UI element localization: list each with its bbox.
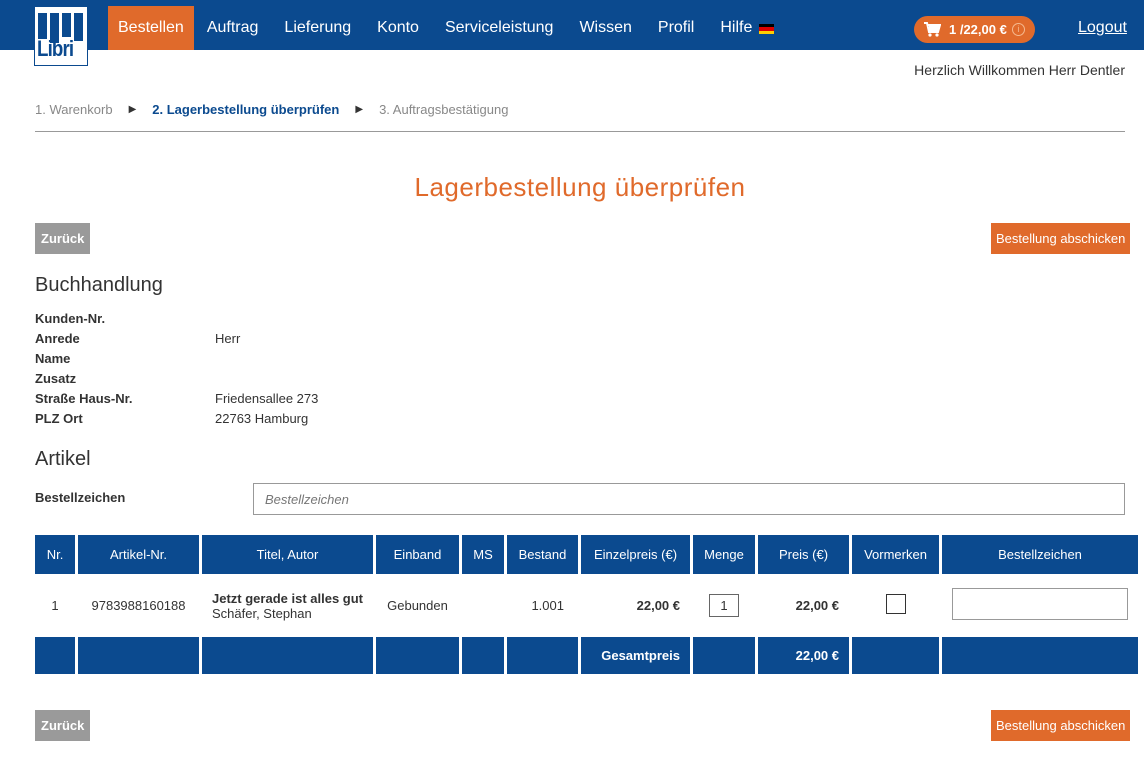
book-title[interactable]: Jetzt gerade ist alles gut (212, 591, 373, 606)
total-cell (693, 637, 755, 674)
main-nav: Bestellen Auftrag Lieferung Konto Servic… (108, 6, 765, 50)
breadcrumb-step-bestaetigung: 3. Auftragsbestätigung (379, 102, 509, 117)
logo-text: Libri (37, 36, 74, 61)
total-cell (202, 637, 373, 674)
page-title: Lagerbestellung überprüfen (414, 172, 746, 202)
info-row: Straße Haus-Nr. Friedensallee 273 (35, 389, 318, 409)
info-label: Zusatz (35, 371, 77, 386)
bestellzeichen-label: Bestellzeichen (35, 490, 126, 505)
column-header-titel: Titel, Autor (202, 535, 373, 574)
total-value: 22,00 € (758, 637, 849, 674)
cell-menge: 1 (693, 574, 755, 637)
cell-nr: 1 (51, 598, 59, 613)
info-label: Kunden-Nr. (35, 311, 106, 326)
breadcrumb-arrow-icon: ▶ (355, 104, 364, 115)
info-row: Kunden-Nr. (35, 309, 318, 329)
total-cell (78, 637, 199, 674)
bookstore-info: Kunden-Nr. Anrede Herr Name Zusatz Straß… (35, 309, 318, 429)
divider (35, 131, 1125, 132)
libri-logo[interactable]: Libri (34, 6, 88, 66)
info-row: PLZ Ort 22763 Hamburg (35, 409, 318, 429)
cart-icon (924, 22, 941, 37)
vormerken-checkbox[interactable] (885, 594, 906, 614)
german-flag-icon[interactable] (759, 24, 774, 34)
cart-button[interactable]: 1 /22,00 € i (914, 16, 1035, 43)
breadcrumb-step-ueberpruefen: 2. Lagerbestellung überprüfen (152, 102, 340, 117)
info-value: Herr (215, 331, 241, 346)
back-button-bottom[interactable]: Zurück (35, 710, 91, 741)
order-table: Nr. Artikel-Nr. Titel, Autor Einband MS … (32, 535, 1141, 674)
logo-bar (74, 13, 83, 41)
cell-bestand: 1.001 (531, 598, 564, 613)
nav-item-wissen[interactable]: Wissen (566, 6, 644, 50)
quantity-input[interactable]: 1 (709, 594, 739, 617)
column-header-ms: MS (462, 535, 504, 574)
cell-vormerken (852, 574, 939, 637)
total-cell (35, 637, 75, 674)
column-header-einzelpreis: Einzelpreis (€) (581, 535, 690, 574)
logo-bar (62, 13, 71, 37)
cell-titel-autor: Jetzt gerade ist alles gut Schäfer, Step… (202, 574, 373, 637)
logout-link[interactable]: Logout (1078, 19, 1127, 37)
total-row: Gesamtpreis 22,00 € (35, 637, 1138, 674)
column-header-artikel-nr: Artikel-Nr. (78, 535, 199, 574)
breadcrumb: 1. Warenkorb ▶ 2. Lagerbestellung überpr… (35, 102, 508, 117)
info-label: PLZ Ort (35, 411, 83, 426)
cell-artikel-nr: 9783988160188 (91, 598, 186, 613)
nav-item-hilfe[interactable]: Hilfe (707, 6, 765, 50)
nav-item-auftrag[interactable]: Auftrag (194, 6, 272, 50)
cell-bestellzeichen (942, 574, 1138, 637)
nav-item-lieferung[interactable]: Lieferung (271, 6, 364, 50)
cart-summary: 1 /22,00 € (949, 22, 1007, 37)
info-value: 22763 Hamburg (215, 411, 309, 426)
total-cell (507, 637, 578, 674)
info-row: Zusatz (35, 369, 318, 389)
book-author: Schäfer, Stephan (212, 605, 312, 621)
info-value: Friedensallee 273 (215, 391, 319, 406)
column-header-preis: Preis (€) (758, 535, 849, 574)
column-header-bestellzeichen: Bestellzeichen (942, 535, 1138, 574)
back-button[interactable]: Zurück (35, 223, 91, 254)
total-label: Gesamtpreis (581, 637, 690, 674)
nav-item-konto[interactable]: Konto (364, 6, 432, 50)
info-label: Straße Haus-Nr. (35, 391, 133, 406)
column-header-einband: Einband (376, 535, 459, 574)
section-title-buchhandlung: Buchhandlung (35, 274, 163, 296)
info-label: Name (35, 351, 71, 366)
cell-preis: 22,00 € (795, 598, 839, 613)
column-header-bestand: Bestand (507, 535, 578, 574)
total-cell (942, 637, 1138, 674)
table-row: 1 9783988160188 Jetzt gerade ist alles g… (35, 574, 1138, 637)
welcome-message: Herzlich Willkommen Herr Dentler (914, 62, 1125, 78)
cell-einband: Gebunden (387, 598, 448, 613)
submit-order-button[interactable]: Bestellung abschicken (991, 223, 1131, 254)
column-header-menge: Menge (693, 535, 755, 574)
total-cell (852, 637, 939, 674)
info-row: Name (35, 349, 318, 369)
breadcrumb-step-warenkorb[interactable]: 1. Warenkorb (35, 102, 113, 117)
total-cell (462, 637, 504, 674)
table-header-row: Nr. Artikel-Nr. Titel, Autor Einband MS … (35, 535, 1138, 574)
section-title-artikel: Artikel (35, 448, 91, 470)
top-navigation-bar: Libri Bestellen Auftrag Lieferung Konto … (0, 0, 1144, 66)
nav-item-profil[interactable]: Profil (645, 6, 707, 50)
nav-item-bestellen[interactable]: Bestellen (108, 6, 194, 50)
cell-ms (462, 574, 504, 637)
breadcrumb-arrow-icon: ▶ (128, 104, 137, 115)
submit-order-button-bottom[interactable]: Bestellung abschicken (991, 710, 1131, 741)
column-header-nr: Nr. (35, 535, 75, 574)
info-label: Anrede (35, 331, 80, 346)
row-bestellzeichen-input[interactable] (952, 588, 1128, 620)
cell-einzelpreis: 22,00 € (636, 598, 680, 613)
total-cell (376, 637, 459, 674)
bestellzeichen-input[interactable] (253, 483, 1125, 515)
info-row: Anrede Herr (35, 329, 318, 349)
info-icon[interactable]: i (1011, 23, 1025, 36)
column-header-vormerken: Vormerken (852, 535, 939, 574)
nav-item-serviceleistung[interactable]: Serviceleistung (432, 6, 567, 50)
